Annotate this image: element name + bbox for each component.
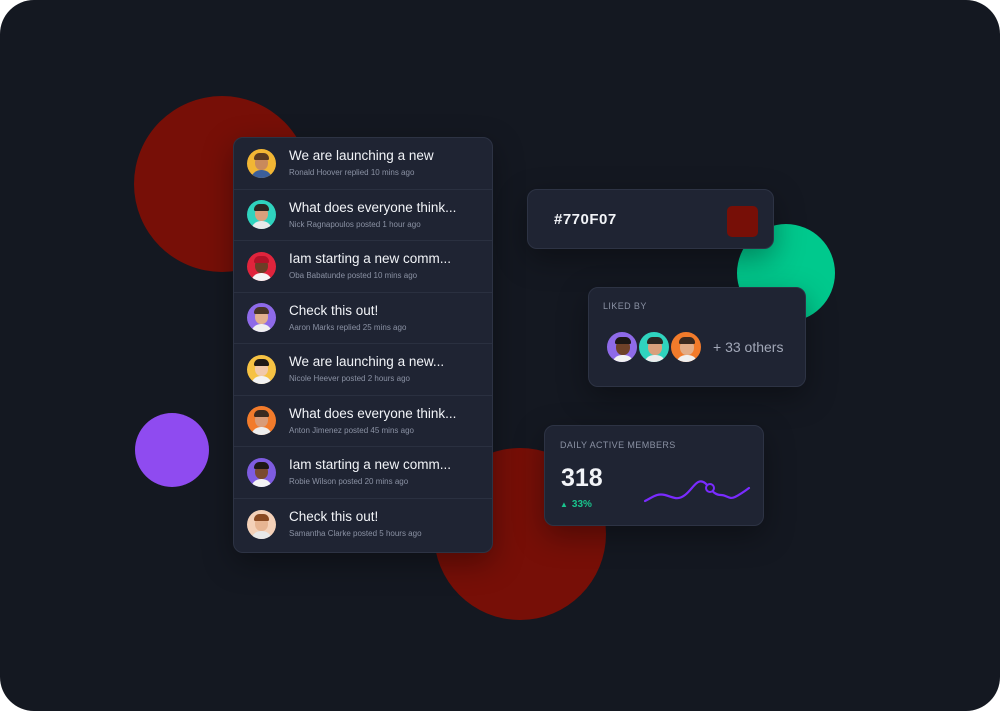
feed-item-title: What does everyone think... xyxy=(289,405,457,421)
feed-item-subtitle: Aaron Marks replied 25 mins ago xyxy=(289,322,407,332)
user-avatar-icon xyxy=(247,354,276,384)
stage: We are launching a new Ronald Hoover rep… xyxy=(0,0,1000,711)
feed-item-subtitle: Oba Babatunde posted 10 mins ago xyxy=(289,271,418,281)
color-card[interactable]: #770F07 xyxy=(527,189,774,249)
feed-item[interactable]: We are launching a new... Nicole Heever … xyxy=(234,344,492,396)
change-value: 33% xyxy=(571,499,592,510)
user-avatar-icon xyxy=(247,457,276,487)
feed-item[interactable]: What does everyone think... Nick Ragnapo… xyxy=(234,190,492,241)
others-count[interactable]: + 33 others xyxy=(713,339,783,355)
feed-item[interactable]: Check this out! Samantha Clarke posted 5… xyxy=(234,499,492,551)
color-swatch[interactable] xyxy=(727,206,758,237)
feed-item-title: Check this out! xyxy=(289,302,379,318)
sparkline-marker xyxy=(705,483,715,493)
user-avatar-icon[interactable] xyxy=(637,330,671,364)
daily-active-value: 318 xyxy=(561,464,603,492)
daily-active-card: DAILY ACTIVE MEMBERS 318 ▲ 33% xyxy=(544,425,764,526)
feed-item-title: Iam starting a new comm... xyxy=(289,251,452,267)
sparkline-line xyxy=(643,480,751,503)
feed-item[interactable]: What does everyone think... Anton Jimene… xyxy=(234,396,492,447)
user-avatar-icon xyxy=(247,303,276,333)
feed-item-title: Iam starting a new comm... xyxy=(289,457,452,473)
user-avatar-icon[interactable] xyxy=(669,330,703,364)
feed-item-title: We are launching a new... xyxy=(289,354,445,370)
feed-item-subtitle: Nicole Heever posted 2 hours ago xyxy=(289,374,410,384)
feed-item-title: Check this out! xyxy=(289,509,379,525)
user-avatar-icon xyxy=(247,509,276,539)
activity-feed: We are launching a new Ronald Hoover rep… xyxy=(233,137,493,553)
feed-item-title: We are launching a new xyxy=(289,148,434,164)
change-indicator: ▲ 33% xyxy=(560,499,592,510)
feed-item-subtitle: Robie Wilson posted 20 mins ago xyxy=(289,477,409,487)
feed-item[interactable]: Iam starting a new comm... Robie Wilson … xyxy=(234,447,492,499)
feed-item[interactable]: Iam starting a new comm... Oba Babatunde… xyxy=(234,241,492,293)
feed-item-subtitle: Samantha Clarke posted 5 hours ago xyxy=(289,529,422,539)
feed-item-subtitle: Nick Ragnapoulos posted 1 hour ago xyxy=(289,219,421,229)
user-avatar-icon xyxy=(247,406,276,436)
user-avatar-icon[interactable] xyxy=(605,330,639,364)
liked-by-card: LIKED BY + 33 others xyxy=(588,287,806,387)
liked-by-label: LIKED BY xyxy=(603,301,647,311)
feed-item[interactable]: We are launching a new Ronald Hoover rep… xyxy=(234,138,492,190)
sparkline-chart xyxy=(643,480,751,503)
user-avatar-icon xyxy=(247,251,276,281)
user-avatar-icon xyxy=(247,148,276,178)
triangle-up-icon: ▲ xyxy=(560,500,568,509)
feed-item-title: What does everyone think... xyxy=(289,199,457,215)
decorative-circle xyxy=(135,413,209,487)
hex-value[interactable]: #770F07 xyxy=(554,211,617,228)
user-avatar-icon xyxy=(247,200,276,230)
feed-item-subtitle: Anton Jimenez posted 45 mins ago xyxy=(289,425,414,435)
feed-item[interactable]: Check this out! Aaron Marks replied 25 m… xyxy=(234,293,492,344)
feed-item-subtitle: Ronald Hoover replied 10 mins ago xyxy=(289,168,415,178)
daily-active-label: DAILY ACTIVE MEMBERS xyxy=(560,440,676,450)
